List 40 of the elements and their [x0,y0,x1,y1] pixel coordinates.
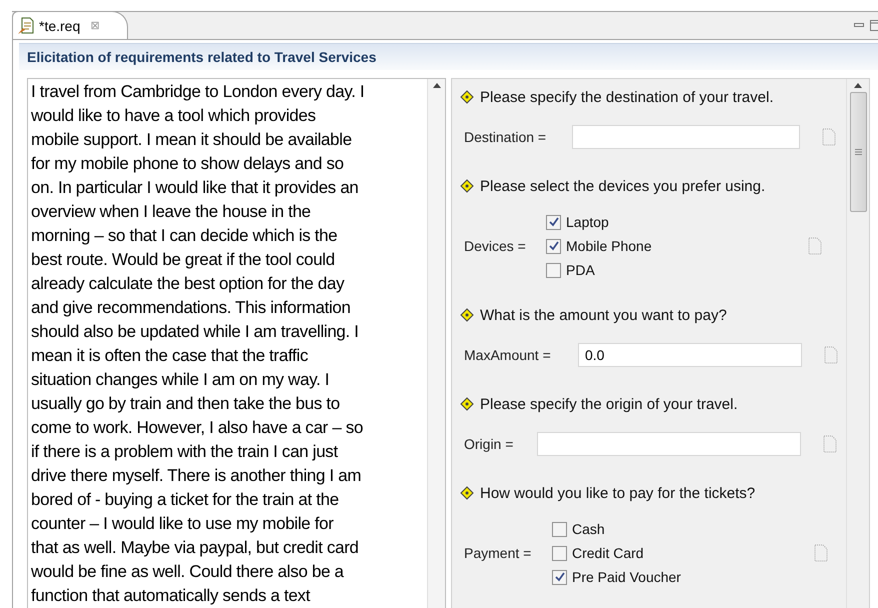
checkmark-icon [548,217,558,227]
document-icon [814,544,828,562]
document-icon [823,435,837,453]
input-field[interactable] [537,432,801,456]
question-text: Please specify the origin of your travel. [480,396,738,412]
scrollbar-thumb[interactable] [850,92,866,212]
checkbox[interactable]: Credit Card [552,545,792,561]
document-icon [808,237,822,255]
question-text: Please specify the destination of your travel. [480,88,774,106]
checkbox[interactable]: PDA [546,262,786,278]
checkbox[interactable]: Pre Paid Voucher [552,569,792,585]
help-diamond-icon [460,179,474,193]
scroll-up-icon[interactable] [854,83,862,88]
help-diamond-icon [460,308,474,322]
input-field[interactable] [572,125,800,149]
input-field[interactable]: 0.0 [578,343,802,367]
checkbox[interactable]: Laptop [546,214,786,230]
requirements-file-icon [17,16,35,34]
field-label: Devices = [464,238,527,254]
checkbox[interactable]: Cash [552,521,792,537]
help-diamond-icon [460,486,474,500]
field-label: Payment = [464,545,532,561]
editor-tab[interactable]: *te.req ⊠ [12,11,128,39]
question-text: How would you like to pay for the tickets? [480,484,756,502]
minimize-icon[interactable] [854,23,864,28]
form-title: Elicitation of requirements related to Travel Services [19,43,878,70]
document-icon [824,346,838,364]
checkmark-icon [548,241,558,251]
checkmark-icon [554,572,564,582]
question-text: What is the amount you want to pay? [480,306,727,324]
scroll-up-icon[interactable] [432,83,440,88]
help-diamond-icon [460,90,474,104]
field-label: Origin = [464,436,514,452]
question-text: Please select the devices you prefer using. [480,178,766,194]
document-icon [822,128,836,146]
checkbox[interactable]: Mobile Phone [546,238,786,254]
maximize-icon[interactable] [870,20,878,31]
field-label: MaxAmount = [464,347,552,363]
help-diamond-icon [460,397,474,411]
field-label: Destination = [464,129,548,145]
